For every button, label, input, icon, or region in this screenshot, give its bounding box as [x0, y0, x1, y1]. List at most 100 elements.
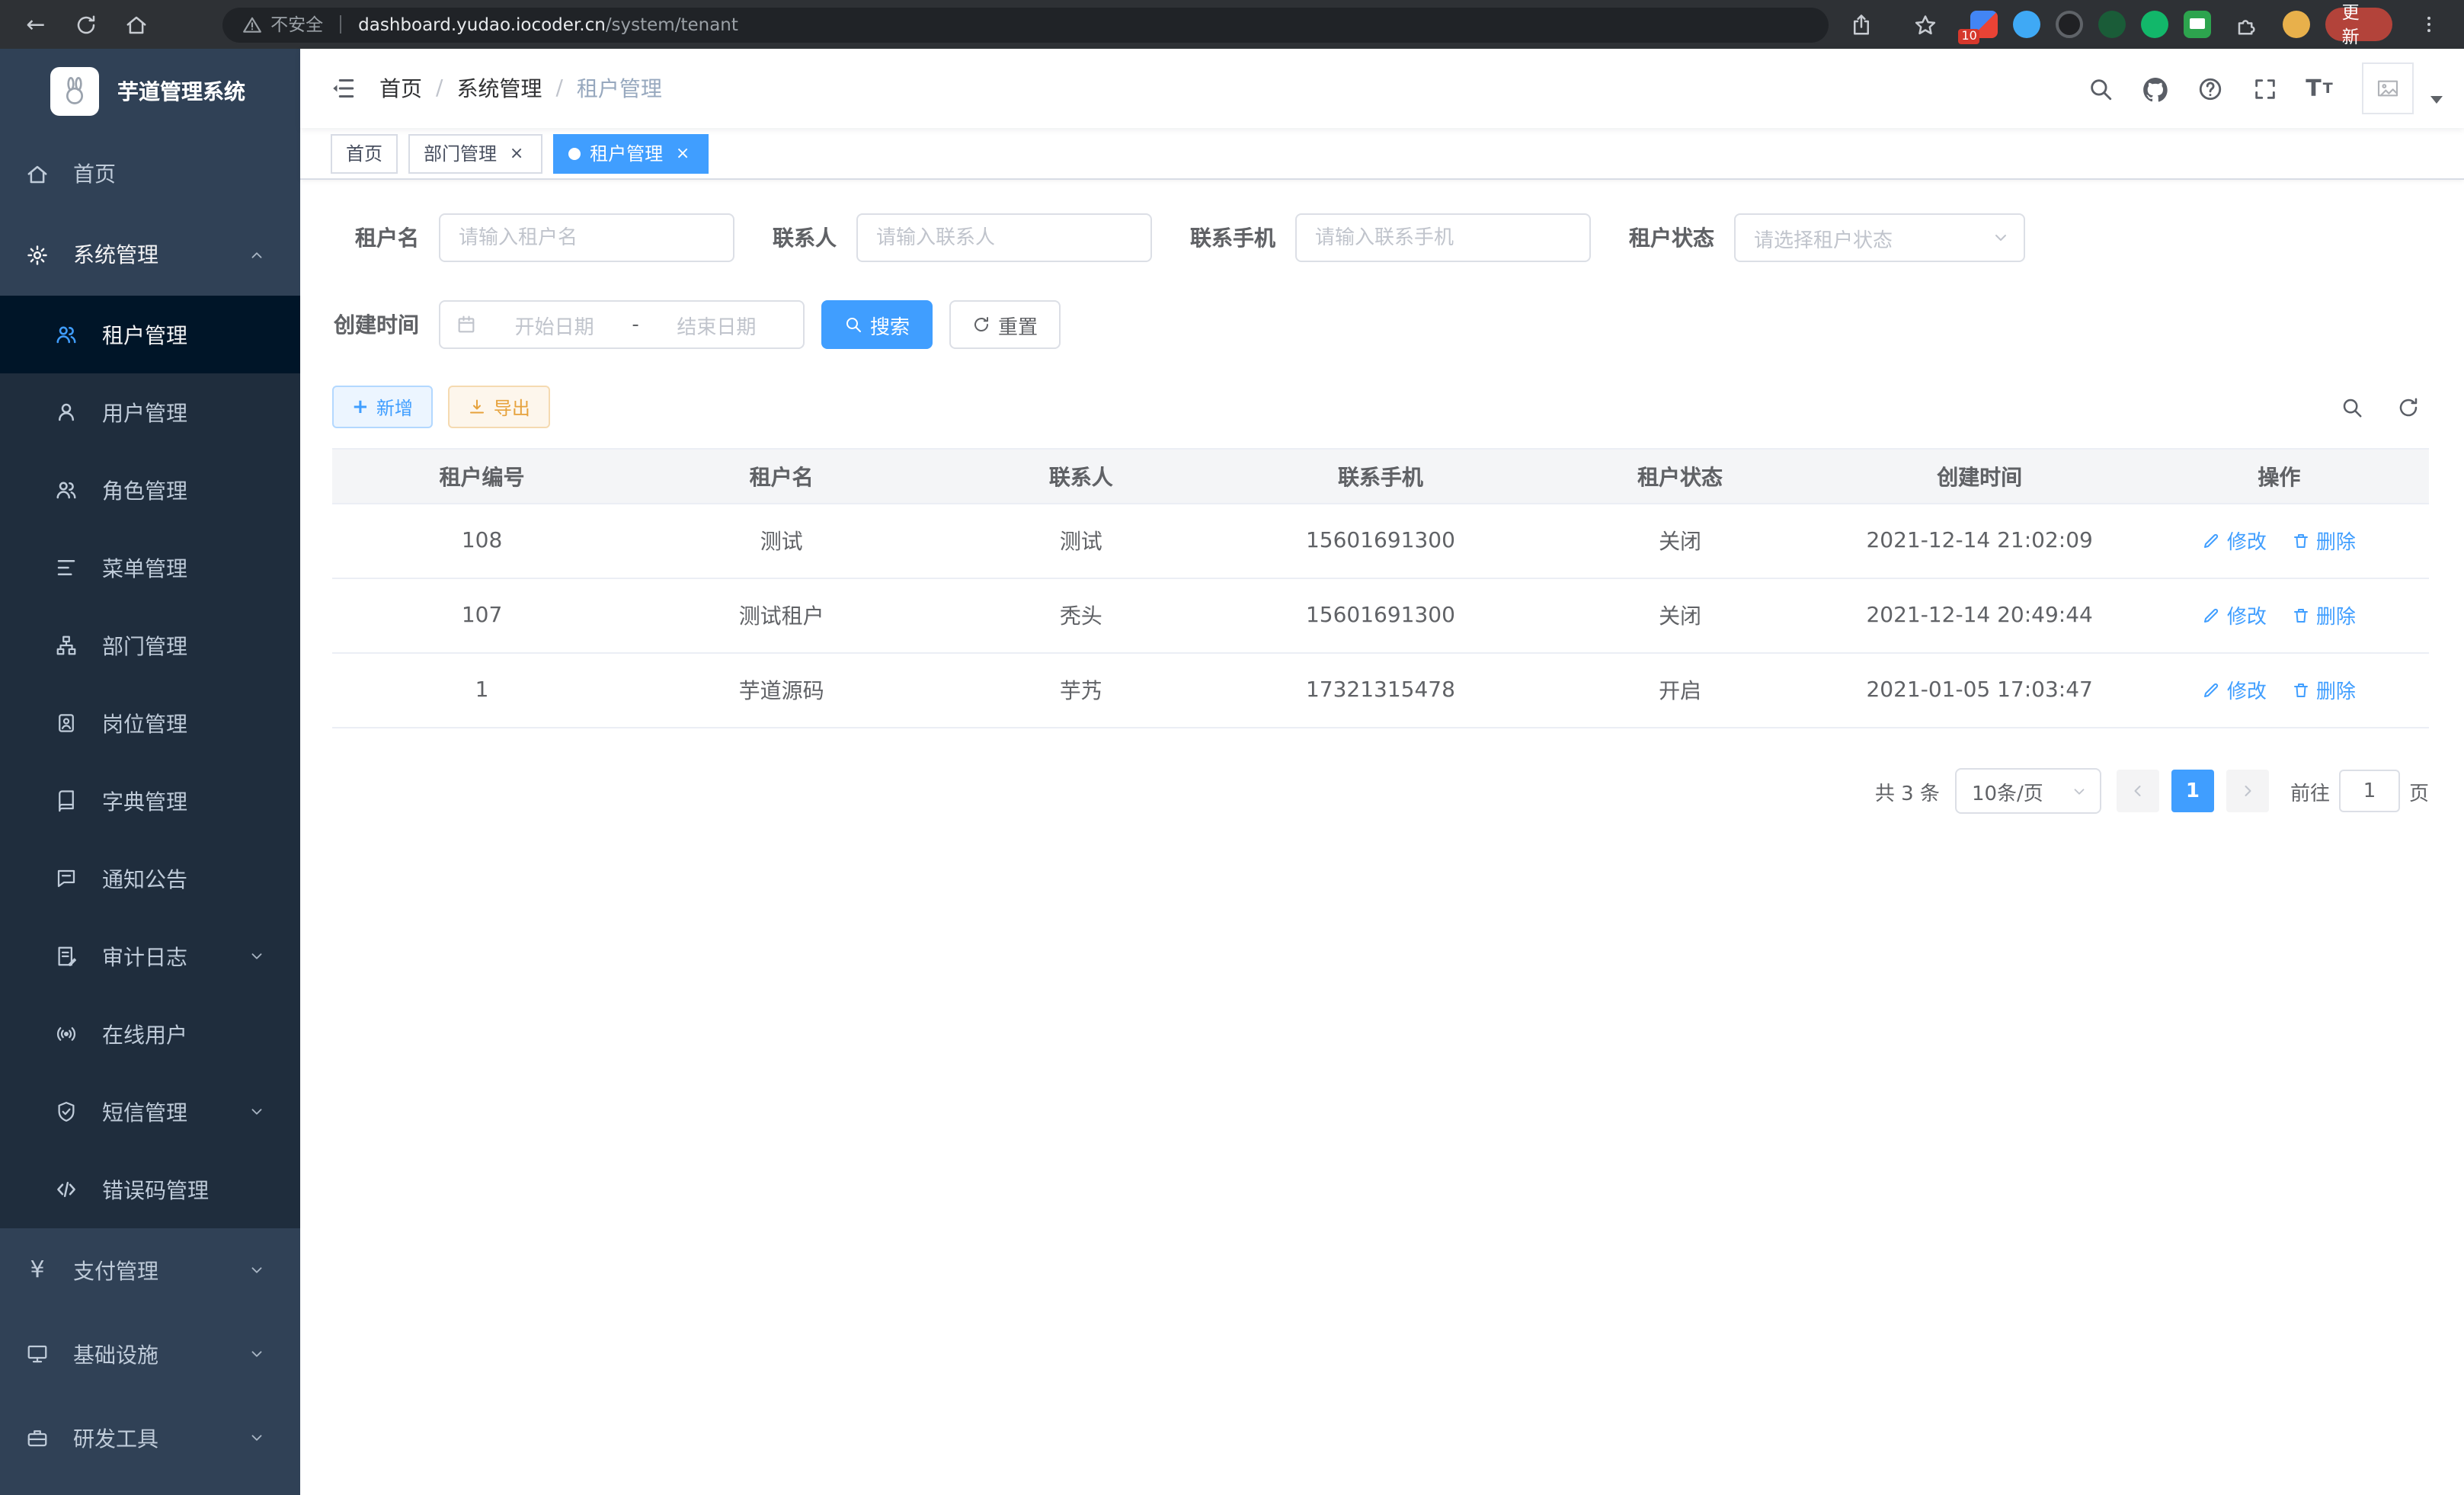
breadcrumb-system[interactable]: 系统管理: [456, 73, 542, 104]
add-button[interactable]: + 新增: [332, 386, 433, 428]
delete-button[interactable]: 删除: [2292, 676, 2356, 705]
fullscreen-icon[interactable]: [2240, 62, 2289, 114]
delete-button[interactable]: 删除: [2292, 601, 2356, 630]
reload-icon: [75, 13, 98, 36]
browser-menu-kebab-icon[interactable]: [2408, 4, 2449, 45]
url-host: dashboard.yudao.iocoder.cn: [358, 14, 606, 35]
extension-icon[interactable]: [2014, 11, 2041, 38]
edit-button[interactable]: 修改: [2203, 676, 2267, 705]
tenant-status-select[interactable]: 请选择租户状态: [1734, 213, 2025, 262]
sidebar-item-system[interactable]: 系统管理: [0, 213, 300, 296]
extension-icon[interactable]: 10: [1971, 11, 1998, 38]
breadcrumb-home[interactable]: 首页: [379, 73, 422, 104]
sidebar-item-dict[interactable]: 字典管理: [0, 762, 300, 840]
add-button-label: 新增: [376, 394, 413, 420]
sidebar-item-devtools[interactable]: 研发工具: [0, 1396, 300, 1480]
page-size-value: 10条/页: [1972, 776, 2071, 805]
extension-icon[interactable]: [2099, 11, 2126, 38]
tab-home[interactable]: 首页: [331, 133, 398, 173]
tab-tenant[interactable]: 租户管理×: [553, 133, 709, 173]
sidebar-toggle-button[interactable]: [300, 49, 379, 128]
bookmark-star-icon[interactable]: [1906, 4, 1946, 45]
browser-update-button[interactable]: 更新: [2325, 8, 2393, 41]
chevron-down-icon: [248, 1346, 265, 1362]
export-button[interactable]: 导出: [448, 386, 550, 428]
sidebar-item-error-code[interactable]: 错误码管理: [0, 1151, 300, 1228]
close-icon[interactable]: ×: [672, 142, 693, 164]
chevron-down-icon: [248, 1262, 265, 1279]
breadcrumb-current: 租户管理: [577, 73, 662, 104]
header-search-icon[interactable]: [2075, 62, 2124, 114]
sidebar-item-notice[interactable]: 通知公告: [0, 840, 300, 917]
sidebar-item-payment[interactable]: ¥ 支付管理: [0, 1228, 300, 1312]
page-size-select[interactable]: 10条/页: [1955, 768, 2101, 814]
date-range-separator: -: [632, 313, 638, 336]
phone-input[interactable]: [1295, 213, 1591, 262]
sidebar-item-role[interactable]: 角色管理: [0, 451, 300, 529]
refresh-table-icon[interactable]: [2397, 395, 2420, 418]
refresh-icon: [972, 315, 990, 334]
browser-back-button[interactable]: ←: [15, 4, 56, 45]
current-page-button[interactable]: 1: [2171, 770, 2214, 812]
extensions-puzzle-icon[interactable]: [2227, 4, 2267, 45]
browser-chrome: ← 不安全 dashboard.yudao.iocoder.cn/system/…: [0, 0, 2464, 49]
edit-pencil-icon: [2203, 681, 2221, 699]
help-icon[interactable]: [2185, 62, 2234, 114]
extension-icon[interactable]: [2056, 11, 2084, 38]
extension-icon[interactable]: [2184, 11, 2212, 38]
user-icon: [55, 401, 78, 424]
filter-row-1: 租户名 联系人 联系手机 租户状态 请选择租户状态: [332, 213, 2429, 262]
cell-contact: 芋艿: [931, 653, 1230, 728]
goto-page-input[interactable]: [2339, 770, 2400, 812]
edit-label: 修改: [2227, 676, 2267, 705]
sidebar-item-audit-log[interactable]: 审计日志: [0, 917, 300, 995]
caret-down-icon[interactable]: [2430, 95, 2443, 103]
cell-status: 关闭: [1531, 578, 1830, 653]
github-icon[interactable]: [2130, 62, 2179, 114]
github-glyph: [2140, 74, 2169, 103]
phone-label: 联系手机: [1190, 222, 1275, 253]
tab-dept[interactable]: 部门管理×: [408, 133, 542, 173]
close-icon[interactable]: ×: [506, 142, 527, 164]
sidebar-item-home[interactable]: 首页: [0, 134, 300, 213]
sidebar-item-online-user[interactable]: 在线用户: [0, 995, 300, 1073]
contact-input[interactable]: [856, 213, 1152, 262]
sidebar-item-post[interactable]: 岗位管理: [0, 684, 300, 762]
cell-status: 开启: [1531, 653, 1830, 728]
avatar[interactable]: [2362, 62, 2414, 114]
sidebar-item-sms[interactable]: 短信管理: [0, 1073, 300, 1151]
tenant-name-input[interactable]: [439, 213, 734, 262]
app-title: 芋道管理系统: [117, 76, 245, 107]
reset-button[interactable]: 重置: [949, 300, 1061, 349]
sidebar-item-label: 租户管理: [102, 319, 265, 350]
sidebar-item-user[interactable]: 用户管理: [0, 373, 300, 451]
next-page-button[interactable]: [2226, 770, 2269, 812]
sidebar-item-dept[interactable]: 部门管理: [0, 607, 300, 684]
signal-icon: [55, 1023, 78, 1045]
sidebar-item-tenant[interactable]: 租户管理: [0, 296, 300, 373]
prev-page-button[interactable]: [2117, 770, 2159, 812]
edit-button[interactable]: 修改: [2203, 527, 2267, 555]
edit-button[interactable]: 修改: [2203, 601, 2267, 630]
sidebar-item-infra[interactable]: 基础设施: [0, 1312, 300, 1396]
delete-button[interactable]: 删除: [2292, 527, 2356, 555]
browser-home-button[interactable]: [115, 4, 156, 45]
create-time-range-picker[interactable]: 开始日期 - 结束日期: [439, 300, 805, 349]
font-size-large-t: T: [2306, 75, 2321, 102]
extension-icon[interactable]: [2142, 11, 2169, 38]
sidebar-item-menu[interactable]: 菜单管理: [0, 529, 300, 607]
update-label: 更新: [2342, 0, 2376, 49]
browser-profile-avatar[interactable]: [2283, 11, 2310, 38]
address-bar[interactable]: 不安全 dashboard.yudao.iocoder.cn/system/te…: [222, 7, 1829, 42]
browser-reload-button[interactable]: [66, 4, 107, 45]
share-icon[interactable]: [1841, 4, 1881, 45]
search-button[interactable]: 搜索: [821, 300, 933, 349]
column-header-contact: 联系人: [931, 449, 1230, 504]
toggle-search-icon[interactable]: [2341, 395, 2363, 418]
trash-icon: [2292, 681, 2310, 699]
sidebar-item-label: 角色管理: [102, 475, 265, 505]
font-size-icon[interactable]: TT: [2295, 62, 2344, 114]
application-window: ← 不安全 dashboard.yudao.iocoder.cn/system/…: [0, 0, 2464, 1495]
start-date-placeholder: 开始日期: [483, 310, 626, 339]
puzzle-glyph: [2235, 13, 2258, 36]
